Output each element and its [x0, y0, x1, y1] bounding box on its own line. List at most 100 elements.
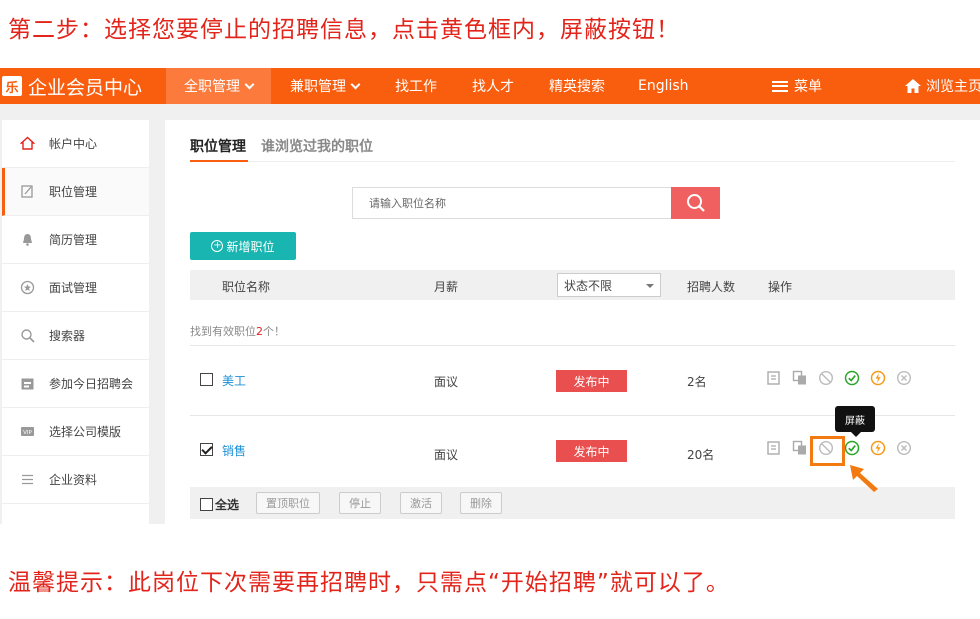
header-hire-count: 招聘人数 — [687, 280, 736, 294]
nav-parttime[interactable]: 兼职管理 — [290, 68, 361, 104]
delete-button[interactable]: 删除 — [460, 492, 502, 514]
list-icon — [22, 474, 33, 485]
sidebar-item-company-info[interactable]: 企业资料 — [2, 456, 149, 504]
nav-parttime-label: 兼职管理 — [290, 79, 346, 95]
job-salary: 面议 — [434, 448, 459, 462]
activate-button[interactable]: 激活 — [400, 492, 442, 514]
stop-button[interactable]: 停止 — [339, 492, 381, 514]
sidebar-item-label: 参加今日招聘会 — [49, 377, 134, 391]
header-operations: 操作 — [768, 280, 793, 294]
sidebar-item-label: 面试管理 — [49, 281, 98, 295]
nav-home[interactable]: 浏览主页 — [904, 68, 980, 104]
add-job-label: 新增职位 — [226, 239, 275, 254]
select-all-label: 全选 — [215, 498, 240, 512]
result-count-prefix: 找到有效职位 — [190, 325, 256, 338]
refresh-bolt-icon[interactable] — [870, 440, 886, 456]
sidebar-item-label: 简历管理 — [49, 233, 98, 247]
row-checkbox[interactable] — [200, 443, 213, 456]
highlight-box — [810, 436, 845, 466]
sidebar-item-searcher[interactable]: 搜索器 — [2, 312, 149, 360]
status-filter-select[interactable]: 状态不限 — [557, 273, 661, 297]
sidebar-item-interview[interactable]: 面试管理 — [2, 264, 149, 312]
edit-icon[interactable] — [766, 440, 782, 456]
delete-x-icon[interactable] — [896, 440, 912, 456]
active-tab-indicator — [190, 160, 248, 162]
nav-find-talent[interactable]: 找人才 — [472, 68, 514, 104]
nav-menu-label: 菜单 — [794, 79, 822, 95]
table-header: 职位名称 月薪 状态不限 招聘人数 操作 — [190, 270, 955, 300]
sidebar-item-label: 选择公司模版 — [49, 425, 122, 439]
sidebar-item-account[interactable]: 帐户中心 — [2, 120, 149, 168]
edit-icon[interactable] — [766, 370, 782, 386]
status-badge: 发布中 — [556, 440, 627, 462]
nav-fulltime-label: 全职管理 — [184, 79, 240, 95]
sidebar-item-job-fair[interactable]: 参加今日招聘会 — [2, 360, 149, 408]
sidebar-item-label: 职位管理 — [49, 185, 98, 199]
calendar-icon — [21, 378, 34, 390]
nav-elite-search-label: 精英搜索 — [549, 79, 605, 95]
row-checkbox[interactable] — [200, 373, 213, 386]
table-row: 美工 面议 发布中 2名 — [190, 360, 955, 400]
nav-find-job[interactable]: 找工作 — [395, 68, 437, 104]
header-job-name: 职位名称 — [222, 280, 271, 294]
block-icon[interactable] — [818, 370, 834, 386]
job-salary: 面议 — [434, 375, 459, 389]
copy-icon[interactable] — [792, 370, 808, 386]
search-icon — [21, 329, 35, 343]
add-job-button[interactable]: + 新增职位 — [190, 232, 296, 260]
refresh-bolt-icon[interactable] — [870, 370, 886, 386]
status-filter-value: 状态不限 — [564, 278, 613, 293]
brand-title: 企业会员中心 — [28, 76, 143, 99]
nav-menu[interactable]: 菜单 — [772, 68, 822, 104]
batch-action-bar: 全选 置顶职位 停止 激活 删除 — [190, 487, 955, 519]
job-name-link[interactable]: 销售 — [222, 442, 246, 459]
hire-count: 2名 — [687, 375, 707, 389]
tip-caption: 温馨提示：此岗位下次需要再招聘时，只需点“开始招聘”就可以了。 — [8, 570, 730, 596]
sidebar-item-label: 企业资料 — [49, 473, 98, 487]
search-button[interactable] — [671, 187, 720, 219]
status-badge: 发布中 — [556, 370, 627, 392]
tab-who-viewed[interactable]: 谁浏览过我的职位 — [261, 136, 373, 156]
brand-logo-icon: 乐 — [2, 76, 22, 96]
row-divider — [190, 345, 955, 346]
search-input[interactable]: 请输入职位名称 — [352, 187, 672, 219]
caret-down-icon — [646, 284, 654, 288]
star-icon — [20, 280, 35, 295]
checkbox-box — [200, 498, 213, 511]
copy-icon[interactable] — [792, 440, 808, 456]
block-tooltip: 屏蔽 — [835, 406, 875, 437]
nav-fulltime[interactable]: 全职管理 — [166, 68, 271, 104]
sidebar-item-template[interactable]: VIP 选择公司模版 — [2, 408, 149, 456]
nav-find-talent-label: 找人才 — [472, 79, 514, 95]
instruction-caption: 第二步：选择您要停止的招聘信息，点击黄色框内，屏蔽按钮！ — [8, 17, 680, 43]
tab-divider — [190, 161, 955, 162]
sidebar-item-label: 搜索器 — [49, 329, 86, 343]
home-icon — [905, 79, 921, 93]
chevron-down-icon — [244, 79, 255, 89]
pin-job-button[interactable]: 置顶职位 — [256, 492, 320, 514]
nav-english[interactable]: English — [638, 68, 689, 104]
nav-elite-search[interactable]: 精英搜索 — [549, 68, 605, 104]
bell-icon — [23, 234, 32, 246]
nav-find-job-label: 找工作 — [395, 79, 437, 95]
top-nav: 乐 企业会员中心 全职管理 兼职管理 找工作 找人才 精英搜索 English … — [0, 68, 980, 104]
select-all-checkbox[interactable]: 全选 — [200, 496, 239, 513]
sidebar: 帐户中心 职位管理 简历管理 面试管理 搜索器 参加今日招聘会 VIP 选择公司… — [2, 120, 149, 524]
job-name-link[interactable]: 美工 — [222, 372, 246, 389]
home-icon — [20, 136, 35, 150]
activate-check-icon[interactable] — [844, 370, 860, 386]
nav-home-label: 浏览主页 — [926, 79, 980, 95]
tab-job-manage[interactable]: 职位管理 — [190, 136, 246, 156]
delete-x-icon[interactable] — [896, 370, 912, 386]
nav-english-label: English — [638, 78, 689, 94]
sidebar-item-resume[interactable]: 简历管理 — [2, 216, 149, 264]
edit-icon — [21, 185, 33, 198]
brand[interactable]: 乐 企业会员中心 — [0, 68, 142, 104]
sidebar-item-label: 帐户中心 — [49, 137, 98, 151]
chevron-down-icon — [350, 79, 361, 89]
sidebar-item-job-manage[interactable]: 职位管理 — [2, 168, 149, 216]
result-count-suffix: 个！ — [263, 325, 285, 338]
svg-text:VIP: VIP — [23, 430, 32, 436]
menu-icon — [772, 80, 788, 92]
activate-check-icon[interactable] — [844, 440, 860, 456]
